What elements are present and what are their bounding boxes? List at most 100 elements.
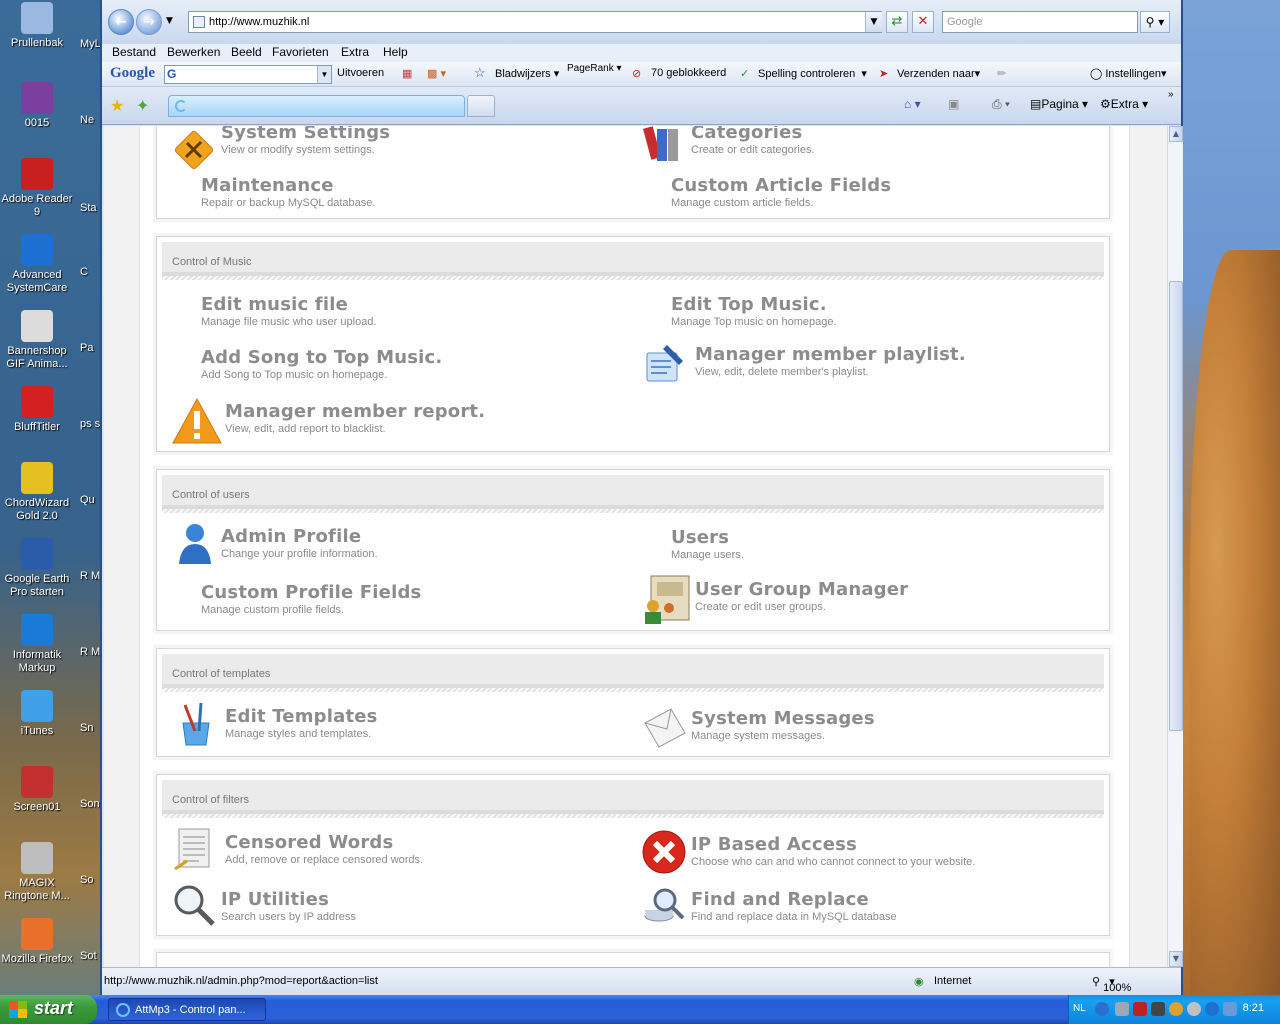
url-field[interactable]: http://www.muzhik.nl — [188, 11, 882, 33]
print-icon[interactable]: ⎙ ▾ — [992, 97, 1010, 112]
desktop-icon-label-partial[interactable]: Sot Vid — [80, 950, 102, 962]
google-search-input[interactable]: G ▼ — [164, 65, 332, 84]
desktop-icon[interactable]: Adobe Reader 9 — [0, 158, 74, 219]
settings-button[interactable]: ◯ Instellingen▾ — [1090, 67, 1167, 80]
tray-lock-icon[interactable] — [1151, 1002, 1165, 1016]
desktop-icon[interactable]: Bannershop GIF Anima... — [0, 310, 74, 371]
puzzle-icon[interactable]: ▩ ▾ — [427, 67, 446, 80]
start-button[interactable]: start — [0, 995, 97, 1024]
menu-extra[interactable]: Extra — [341, 45, 369, 59]
desktop-icon[interactable]: Screen01 — [0, 766, 74, 814]
page-menu[interactable]: ▤Pagina ▾ — [1030, 97, 1088, 111]
stop-icon[interactable]: ✕ — [912, 11, 934, 33]
add-song-top-music-link[interactable]: Add Song to Top Music. Add Song to Top m… — [201, 347, 442, 381]
desktop-icon[interactable]: Google Earth Pro starten — [0, 538, 74, 599]
edit-templates-link[interactable]: Edit Templates Manage styles and templat… — [225, 706, 378, 740]
desktop-icon-label-partial[interactable]: Son — [80, 798, 102, 810]
desktop-icon-label-partial[interactable]: Sn — [80, 722, 102, 734]
desktop-icon[interactable]: Mozilla Firefox — [0, 918, 74, 966]
system-settings-link[interactable]: System Settings View or modify system se… — [221, 126, 390, 156]
new-tab-button[interactable] — [467, 95, 495, 117]
desktop-icon-label-partial[interactable]: C — [80, 266, 102, 278]
taskbar-item-browser[interactable]: AttMp3 - Control pan... — [108, 998, 266, 1021]
tab-current[interactable] — [168, 95, 465, 117]
manager-member-playlist-link[interactable]: Manager member playlist. View, edit, del… — [695, 344, 966, 378]
users-link[interactable]: Users Manage users. — [671, 527, 744, 561]
desktop-icon[interactable]: 0015 — [0, 82, 74, 130]
zoom-control[interactable]: ⚲ 100% ▾ — [1092, 975, 1131, 994]
find-and-replace-link[interactable]: Find and Replace Find and replace data i… — [691, 889, 897, 923]
forward-button[interactable]: → — [136, 9, 162, 35]
desktop-icon-label-partial[interactable]: So — [80, 874, 102, 886]
desktop-icon-label-partial[interactable]: ps seri — [80, 418, 102, 430]
menu-bestand[interactable]: Bestand — [112, 45, 156, 59]
menu-beeld[interactable]: Beeld — [231, 45, 262, 59]
edit-music-file-link[interactable]: Edit music file Manage file music who us… — [201, 294, 376, 328]
manager-member-report-link[interactable]: Manager member report. View, edit, add r… — [225, 401, 485, 435]
scroll-up-icon[interactable]: ▲ — [1169, 126, 1183, 142]
desktop-icon[interactable]: ChordWizard Gold 2.0 — [0, 462, 74, 523]
desktop-icon-label-partial[interactable]: R M — [80, 570, 102, 582]
news-icon[interactable]: ▦ — [402, 67, 412, 80]
desktop-icon[interactable]: Advanced SystemCare — [0, 234, 74, 295]
popup-blocked-count[interactable]: 70 geblokkeerd — [651, 67, 726, 79]
tray-display-icon[interactable] — [1223, 1002, 1237, 1016]
refresh-icon[interactable]: ⇄ — [886, 11, 908, 33]
search-input[interactable]: Google — [942, 11, 1138, 33]
menu-favorieten[interactable]: Favorieten — [272, 45, 329, 59]
ip-based-access-link[interactable]: IP Based Access Choose who can and who c… — [691, 834, 975, 868]
add-favorite-icon[interactable]: ✦ — [136, 96, 149, 115]
spellcheck-button[interactable]: Spelling controleren ▾ — [758, 67, 867, 80]
desktop-icon-label-partial[interactable]: Ne — [80, 114, 102, 126]
maintenance-link[interactable]: Maintenance Repair or backup MySQL datab… — [201, 175, 375, 209]
favorites-star-icon[interactable]: ★ — [110, 96, 124, 115]
desktop-icon[interactable]: Prullenbak — [0, 2, 74, 50]
desktop-icon-label-partial[interactable]: R Med — [80, 646, 102, 658]
desktop-icon[interactable]: Informatik Markup — [0, 614, 74, 675]
vertical-scrollbar[interactable]: ▲ ▼ — [1167, 126, 1183, 967]
feeds-icon[interactable]: ▣ — [948, 97, 959, 111]
custom-article-fields-link[interactable]: Custom Article Fields Manage custom arti… — [671, 175, 891, 209]
panel-users: Control of users Admin Profile Change yo… — [156, 469, 1110, 631]
tray-ati-icon[interactable] — [1133, 1002, 1147, 1016]
tray-network-icon[interactable] — [1115, 1002, 1129, 1016]
tray-systemcare-icon[interactable] — [1205, 1002, 1219, 1016]
tray-disc-icon[interactable] — [1187, 1002, 1201, 1016]
language-indicator[interactable]: NL — [1073, 1003, 1086, 1014]
pagerank-indicator[interactable]: PageRank ▾ — [567, 63, 622, 74]
tools-menu[interactable]: ⚙Extra ▾ — [1100, 97, 1148, 111]
custom-profile-fields-link[interactable]: Custom Profile Fields Manage custom prof… — [201, 582, 421, 616]
system-messages-link[interactable]: System Messages Manage system messages. — [691, 708, 875, 742]
desktop-icon[interactable]: BluffTitler — [0, 386, 74, 434]
tray-app-icon[interactable] — [1169, 1002, 1183, 1016]
google-run-button[interactable]: Uitvoeren — [337, 67, 384, 79]
home-icon[interactable]: ⌂ ▾ — [904, 97, 921, 111]
tray-collapse-icon[interactable] — [1095, 1002, 1109, 1016]
desktop-icon-label-partial[interactable]: MyL — [80, 38, 102, 50]
menu-help[interactable]: Help — [383, 45, 408, 59]
desktop-icon[interactable]: MAGIX Ringtone M... — [0, 842, 74, 903]
back-button[interactable]: ← — [108, 9, 134, 35]
categories-link[interactable]: Categories Create or edit categories. — [691, 126, 815, 156]
send-to-button[interactable]: Verzenden naar▾ — [897, 67, 980, 80]
bookmarks-menu[interactable]: Bladwijzers ▾ — [495, 67, 559, 80]
admin-profile-link[interactable]: Admin Profile Change your profile inform… — [221, 526, 378, 560]
desktop-icon-label-partial[interactable]: Qu — [80, 494, 102, 506]
menu-bewerken[interactable]: Bewerken — [167, 45, 220, 59]
ip-utilities-link[interactable]: IP Utilities Search users by IP address — [221, 889, 356, 923]
scroll-down-icon[interactable]: ▼ — [1169, 951, 1183, 967]
google-dropdown-icon[interactable]: ▼ — [317, 66, 331, 83]
history-dropdown-icon[interactable]: ▼ — [166, 16, 173, 26]
edit-top-music-link[interactable]: Edit Top Music. Manage Top music on home… — [671, 294, 837, 328]
censored-words-link[interactable]: Censored Words Add, remove or replace ce… — [225, 832, 423, 866]
highlighter-icon[interactable]: ✏ — [997, 67, 1006, 80]
magnifier-icon — [174, 885, 215, 926]
chevron-right-icon[interactable]: » — [1168, 89, 1174, 100]
desktop-icon-label-partial[interactable]: Sta — [80, 202, 102, 214]
url-dropdown-icon[interactable]: ▼ — [865, 12, 882, 32]
desktop-icon[interactable]: iTunes — [0, 690, 74, 738]
desktop-icon-label-partial[interactable]: Pa — [80, 342, 102, 354]
search-icon[interactable]: ⚲ ▾ — [1140, 11, 1170, 33]
user-group-manager-link[interactable]: User Group Manager Create or edit user g… — [695, 579, 908, 613]
scroll-thumb[interactable] — [1169, 281, 1183, 731]
